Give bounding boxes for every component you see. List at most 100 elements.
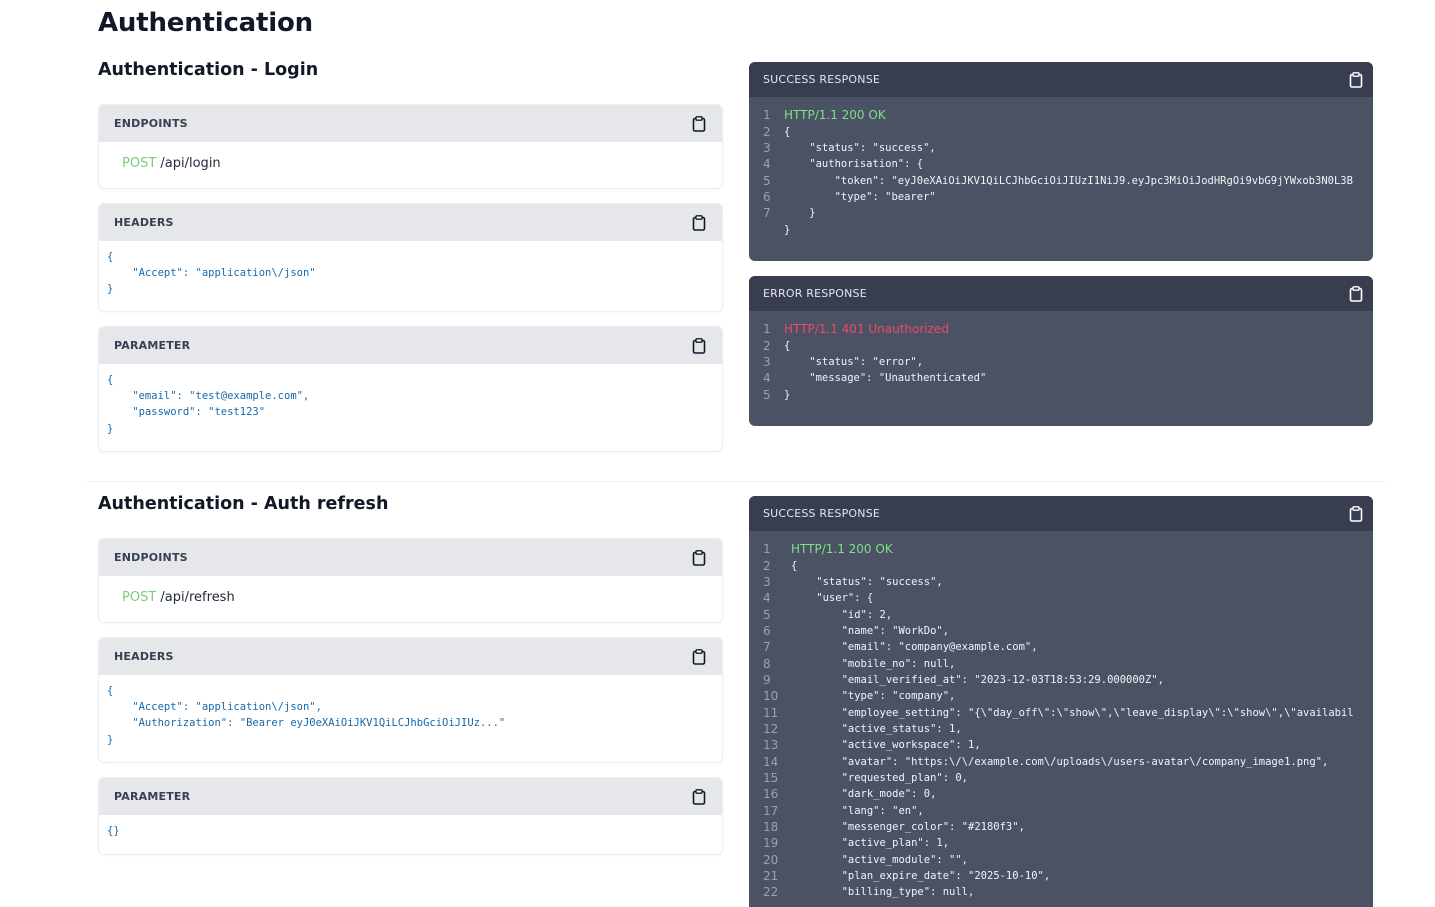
error-response-header: ERROR RESPONSE [749,276,1373,311]
clipboard-icon[interactable] [692,648,706,665]
http-method: POST [122,590,157,605]
code-text: "active_workspace": 1, [791,739,981,752]
code-text: "billing_type": null, [791,886,975,899]
code-text: "mobile_no": null, [791,657,956,670]
code-line: 17 "lang": "en", [749,803,1373,819]
code-text: "email_verified_at": "2023-12-03T18:53:2… [791,673,1164,686]
line-number: 22 [763,885,779,900]
line-number: 10 [763,689,779,704]
code-text: "active_module": "", [791,853,969,866]
clipboard-icon[interactable] [1349,505,1363,522]
code-text: "active_status": 1, [791,722,962,735]
headers-header: HEADERS [99,204,722,241]
headers-code: { "Accept": "application\/json" } [107,251,316,296]
clipboard-icon[interactable] [692,214,706,231]
code-text: "type": "bearer" [784,190,936,203]
headers-code: { "Accept": "application\/json", "Author… [107,685,506,746]
line-number: 16 [763,787,779,802]
endpoints-header: ENDPOINTS [99,539,722,576]
code-line: 9 "email_verified_at": "2023-12-03T18:53… [749,672,1373,688]
clipboard-icon[interactable] [1349,71,1363,88]
line-number: 4 [763,591,771,606]
code-text: } [784,223,791,236]
line-number: 15 [763,770,779,785]
line-number: 6 [763,623,771,638]
success-response-login: SUCCESS RESPONSE 1 HTTP/1.1 200 OK 2{3 "st… [749,62,1373,261]
endpoints-card-login: ENDPOINTS POST /api/login [98,104,723,189]
code-line: 19 "active_plan": 1, [749,835,1373,851]
line-number: 4 [763,157,771,172]
code-text: "status": "success", [784,141,936,154]
clipboard-icon[interactable] [692,788,706,805]
line-number: 8 [763,656,771,671]
endpoint-path: /api/login [160,156,221,171]
code-line: 3 "status": "success", [749,574,1373,590]
line-number: 17 [763,803,779,818]
clipboard-icon[interactable] [692,549,706,566]
code-line: 4 "authorisation": { [749,156,1373,172]
line-number: 2 [763,124,771,139]
endpoint-path: /api/refresh [160,590,235,605]
parameter-card-login: PARAMETER { "email": "test@example.com",… [98,326,723,452]
line-number: 1 [763,108,771,123]
line-number: 18 [763,820,779,835]
code-text: } [784,388,791,401]
code-line: 1 HTTP/1.1 200 OK [749,107,1373,123]
line-number: 5 [763,173,771,188]
code-line: 8 "mobile_no": null, [749,655,1373,671]
parameter-header: PARAMETER [99,778,722,815]
success-response-refresh: SUCCESS RESPONSE 1 HTTP/1.1 200 OK 2{3 "st… [749,496,1373,907]
code-line: 16 "dark_mode": 0, [749,786,1373,802]
headers-card-refresh: HEADERS { "Accept": "application\/json",… [98,637,723,763]
line-number: 3 [763,354,771,369]
headers-card-login: HEADERS { "Accept": "application\/json" … [98,203,723,312]
line-number: 1 [763,322,771,337]
code-text: "status": "success", [791,575,943,588]
parameter-label: PARAMETER [114,790,191,803]
section-title-login: Authentication - Login [98,60,319,80]
parameter-code: { "email": "test@example.com", "password… [107,374,310,435]
error-response-label: ERROR RESPONSE [763,287,867,300]
code-line: 4 "user": { [749,590,1373,606]
code-line: 5} [749,386,1373,402]
line-number: 11 [763,705,779,720]
line-number: 19 [763,836,779,851]
clipboard-icon[interactable] [692,337,706,354]
success-response-header: SUCCESS RESPONSE [749,62,1373,97]
parameter-code: {} [107,825,120,837]
line-number: 7 [763,206,771,221]
error-response-body: 1 HTTP/1.1 401 Unauthorized 2{3 "status": … [749,311,1373,403]
line-number: 1 [763,542,771,557]
code-text: "messenger_color": "#2180f3", [791,821,1025,834]
code-line: 6 "name": "WorkDo", [749,623,1373,639]
code-text: "id": 2, [791,608,893,621]
parameter-card-refresh: PARAMETER {} [98,777,723,855]
success-response-label: SUCCESS RESPONSE [763,73,881,86]
status-line: HTTP/1.1 401 Unauthorized [784,322,949,337]
code-line: 22 "billing_type": null, [749,884,1373,900]
success-response-label: SUCCESS RESPONSE [763,507,881,520]
headers-header: HEADERS [99,638,722,675]
code-text: "email": "company@example.com", [791,641,1038,654]
line-number: 9 [763,672,771,687]
parameter-label: PARAMETER [114,339,191,352]
endpoints-label: ENDPOINTS [114,117,188,130]
code-line: 13 "active_workspace": 1, [749,737,1373,753]
clipboard-icon[interactable] [692,115,706,132]
code-line: 11 "employee_setting": "{\"day_off\":\"s… [749,704,1373,720]
code-line: 7 "email": "company@example.com", [749,639,1373,655]
line-number: 3 [763,574,771,589]
code-line: 14 "avatar": "https:\/\/example.com\/upl… [749,753,1373,769]
section-divider [86,481,1386,482]
code-text: "name": "WorkDo", [791,624,950,637]
line-number: 7 [763,640,771,655]
headers-label: HEADERS [114,216,174,229]
code-text: { [784,125,791,138]
page-title: Authentication [98,8,313,38]
clipboard-icon[interactable] [1349,285,1363,302]
code-text: "dark_mode": 0, [791,788,937,801]
headers-label: HEADERS [114,650,174,663]
line-number: 20 [763,852,779,867]
line-number: 4 [763,371,771,386]
code-line: 15 "requested_plan": 0, [749,770,1373,786]
